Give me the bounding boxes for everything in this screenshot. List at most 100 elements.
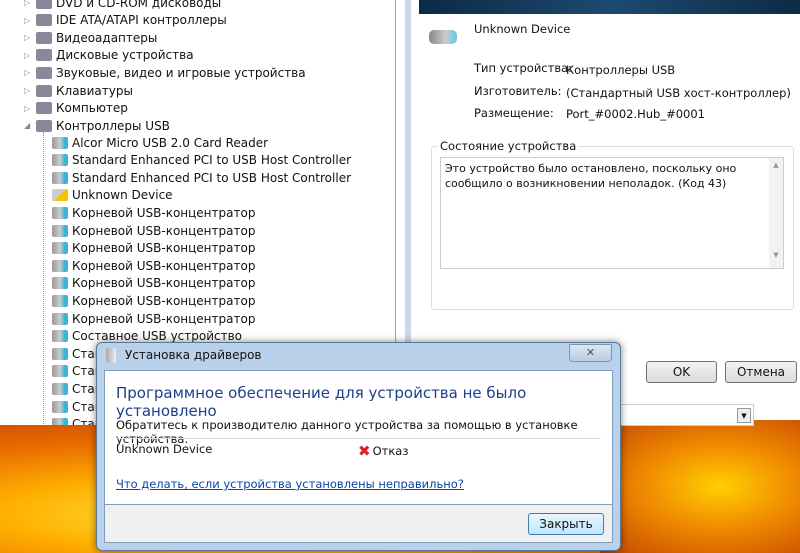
expand-arrow-icon[interactable]: ▷ bbox=[24, 68, 32, 77]
tree-device[interactable]: Стан bbox=[52, 398, 103, 415]
close-icon[interactable]: ✕ bbox=[569, 344, 612, 362]
tree-category[interactable]: ▷ Видеоадаптеры bbox=[24, 29, 157, 46]
expand-arrow-icon[interactable]: ▷ bbox=[24, 86, 32, 95]
tree-device[interactable]: Стан bbox=[52, 363, 103, 380]
usb-device-icon bbox=[52, 277, 68, 290]
tree-device[interactable]: Стан bbox=[52, 345, 103, 362]
manufacturer-label: Изготовитель: bbox=[474, 84, 562, 98]
tree-device[interactable]: Корневой USB-концентратор bbox=[52, 310, 255, 327]
tree-category[interactable]: ▷ Дисковые устройства bbox=[24, 47, 194, 64]
device-label: Корневой USB-концентратор bbox=[72, 258, 256, 273]
dvd-drive-icon bbox=[36, 0, 52, 9]
usb-device-icon bbox=[52, 347, 68, 360]
tree-category[interactable]: ◢ Контроллеры USB bbox=[24, 117, 170, 134]
tree-device[interactable]: Корневой USB-концентратор bbox=[52, 292, 255, 309]
computer-icon bbox=[36, 102, 52, 115]
help-link[interactable]: Что делать, если устройства установлены … bbox=[116, 477, 464, 491]
location-value: Port_#0002.Hub_#0001 bbox=[566, 107, 705, 121]
tree-device[interactable]: Alcor Micro USB 2.0 Card Reader bbox=[52, 134, 268, 151]
manufacturer-value: (Стандартный USB хост-контроллер) bbox=[566, 86, 791, 100]
usb-device-icon bbox=[52, 154, 68, 167]
usb-device-icon bbox=[52, 259, 68, 272]
warning-device-icon bbox=[52, 189, 68, 202]
install-status: ✖ Отказ bbox=[358, 442, 408, 460]
device-label: Standard Enhanced PCI to USB Host Contro… bbox=[72, 153, 352, 168]
cancel-button[interactable]: Отмена bbox=[725, 361, 797, 383]
device-label: Корневой USB-концентратор bbox=[72, 293, 256, 308]
device-label: Корневой USB-концентратор bbox=[72, 241, 256, 256]
tree-category[interactable]: ▷ Клавиатуры bbox=[24, 82, 133, 99]
type-value: Контроллеры USB bbox=[566, 63, 676, 77]
device-name: Unknown Device bbox=[474, 22, 571, 36]
expand-arrow-icon[interactable]: ▷ bbox=[24, 0, 32, 7]
usb-device-icon bbox=[52, 242, 68, 255]
usb-icon bbox=[36, 119, 52, 132]
usb-device-icon bbox=[52, 330, 68, 343]
properties-banner bbox=[419, 0, 800, 14]
tree-device[interactable]: Корневой USB-концентратор bbox=[52, 240, 255, 257]
ide-controller-icon bbox=[36, 14, 52, 27]
usb-device-icon bbox=[52, 418, 68, 425]
tree-category[interactable]: ▷ Звуковые, видео и игровые устройства bbox=[24, 64, 306, 81]
device-label: Составное USB устройство bbox=[72, 329, 243, 344]
device-label: Корневой USB-концентратор bbox=[72, 205, 256, 220]
category-label: Контроллеры USB bbox=[56, 118, 170, 133]
location-label: Размещение: bbox=[474, 106, 554, 120]
tree-line bbox=[43, 132, 44, 425]
expand-arrow-icon[interactable]: ▷ bbox=[24, 33, 32, 42]
dialog-title: Установка драйверов bbox=[125, 348, 262, 362]
category-label: DVD и CD-ROM дисководы bbox=[56, 0, 222, 10]
expand-arrow-icon[interactable]: ▷ bbox=[24, 51, 32, 60]
device-name: Unknown Device bbox=[116, 442, 213, 456]
category-label: Звуковые, видео и игровые устройства bbox=[56, 65, 306, 80]
tree-category[interactable]: ▷ IDE ATA/ATAPI контроллеры bbox=[24, 12, 227, 29]
device-label: Standard Enhanced PCI to USB Host Contro… bbox=[72, 170, 352, 185]
keyboard-icon bbox=[36, 84, 52, 97]
device-label: Корневой USB-концентратор bbox=[72, 276, 256, 291]
close-button[interactable]: Закрыть bbox=[528, 513, 604, 535]
dialog-footer: Закрыть bbox=[104, 505, 613, 543]
chevron-down-icon[interactable]: ▼ bbox=[737, 408, 751, 423]
device-label: Unknown Device bbox=[72, 188, 173, 203]
type-label: Тип устройства: bbox=[474, 61, 573, 75]
status-text: Это устройство было остановлено, посколь… bbox=[445, 162, 737, 190]
category-label: Клавиатуры bbox=[56, 83, 133, 98]
usb-device-icon bbox=[52, 400, 68, 413]
tree-device[interactable]: Корневой USB-концентратор bbox=[52, 204, 255, 221]
device-label: Корневой USB-концентратор bbox=[72, 223, 256, 238]
usb-device-icon bbox=[52, 136, 68, 149]
usb-device-icon bbox=[52, 171, 68, 184]
expand-arrow-icon[interactable]: ▷ bbox=[24, 104, 32, 113]
status-textbox[interactable]: Это устройство было остановлено, посколь… bbox=[440, 157, 784, 269]
tree-category[interactable]: ▷ DVD и CD-ROM дисководы bbox=[24, 0, 221, 11]
device-label: Alcor Micro USB 2.0 Card Reader bbox=[72, 135, 269, 150]
tree-device[interactable]: Корневой USB-концентратор bbox=[52, 275, 255, 292]
tree-device[interactable]: Стан bbox=[52, 380, 103, 397]
tree-device[interactable]: Корневой USB-концентратор bbox=[52, 222, 255, 239]
tree-device[interactable]: Корневой USB-концентратор bbox=[52, 257, 255, 274]
tree-device[interactable]: Стан bbox=[52, 416, 103, 425]
usb-device-icon bbox=[52, 312, 68, 325]
usb-device-icon bbox=[429, 30, 457, 44]
tree-device[interactable]: Standard Enhanced PCI to USB Host Contro… bbox=[52, 152, 351, 169]
collapse-arrow-icon[interactable]: ◢ bbox=[24, 121, 32, 130]
usb-device-icon bbox=[52, 294, 68, 307]
status-group-title: Состояние устройства bbox=[438, 139, 579, 153]
device-properties-window: Unknown Device Тип устройства: Контролле… bbox=[405, 0, 800, 395]
expand-arrow-icon[interactable]: ▷ bbox=[24, 16, 32, 25]
status-scrollbar[interactable]: ▲ ▼ bbox=[769, 158, 783, 268]
disk-drive-icon bbox=[36, 49, 52, 62]
usb-device-icon bbox=[52, 224, 68, 237]
ok-button[interactable]: OK bbox=[646, 361, 717, 383]
dropdown[interactable]: ▼ bbox=[620, 404, 754, 426]
category-label: IDE ATA/ATAPI контроллеры bbox=[56, 13, 227, 28]
driver-install-dialog: Установка драйверов ✕ Программное обеспе… bbox=[96, 342, 621, 551]
category-label: Видеоадаптеры bbox=[56, 30, 158, 45]
tree-category[interactable]: ▷ Компьютер bbox=[24, 100, 128, 117]
status-group: Состояние устройства Это устройство было… bbox=[431, 139, 794, 310]
dialog-heading: Программное обеспечение для устройства н… bbox=[116, 384, 527, 420]
tree-device[interactable]: Unknown Device bbox=[52, 187, 173, 204]
tree-device[interactable]: Standard Enhanced PCI to USB Host Contro… bbox=[52, 169, 351, 186]
error-x-icon: ✖ bbox=[358, 442, 371, 460]
divider bbox=[116, 438, 601, 439]
